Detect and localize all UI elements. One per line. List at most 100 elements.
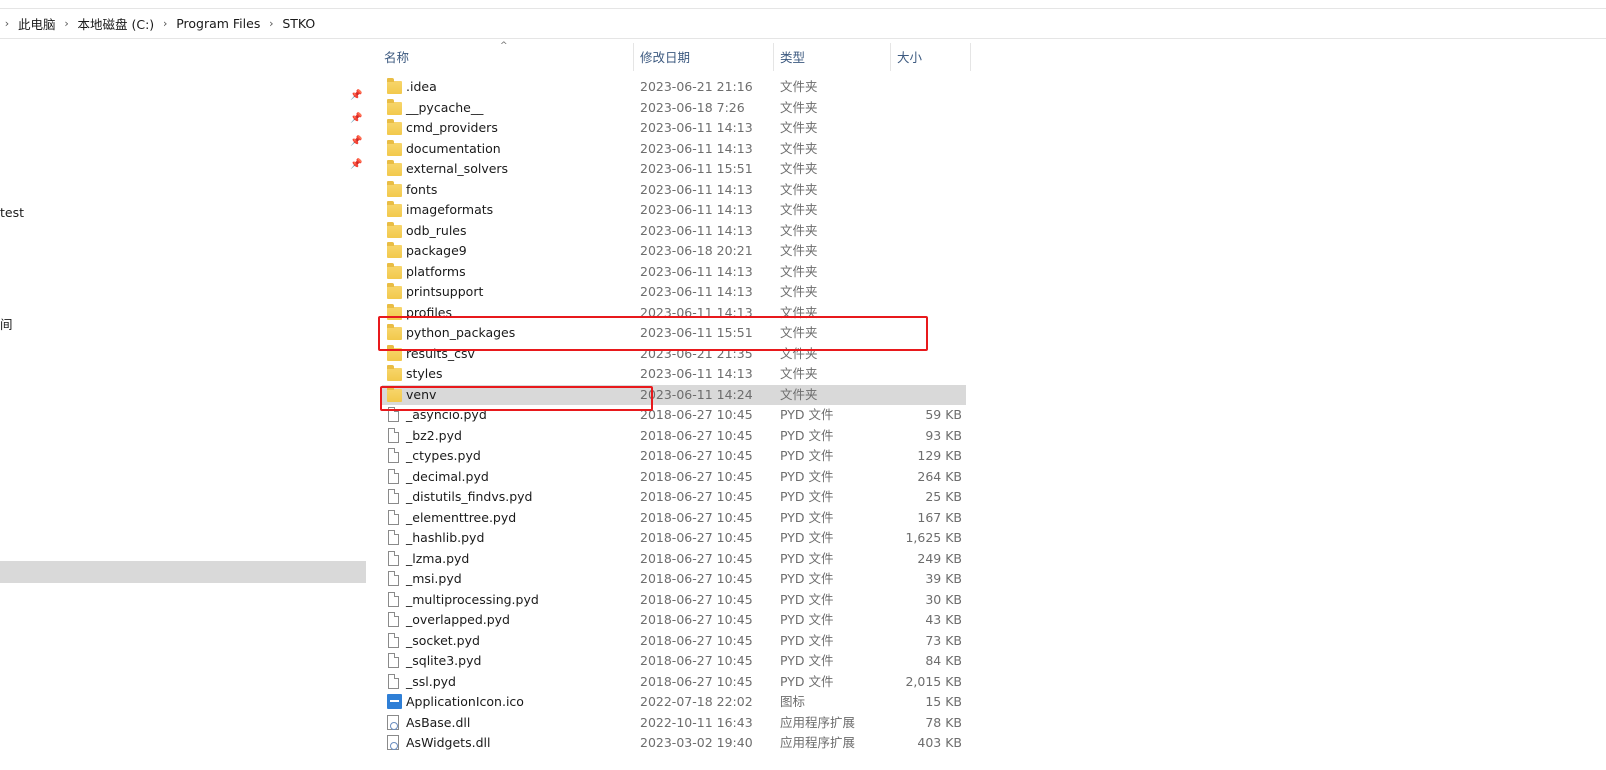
file-date: 2023-06-11 14:13 (640, 120, 753, 135)
file-type: 应用程序扩展 (780, 735, 856, 750)
folder-icon (387, 180, 402, 197)
list-item[interactable]: _multiprocessing.pyd 2018-06-27 10:45 PYD … (382, 590, 966, 610)
file-type: PYD 文件 (780, 489, 834, 504)
file-name: _hashlib.pyd (406, 530, 485, 545)
pin-icon[interactable]: 📌 (350, 159, 362, 171)
file-icon (388, 571, 399, 586)
list-item[interactable]: _ctypes.pyd 2018-06-27 10:45 PYD 文件 129 KB (382, 446, 966, 466)
file-icon (388, 591, 399, 607)
list-item[interactable]: _ssl.pyd 2018-06-27 10:45 PYD 文件 2,015 KB (382, 672, 966, 692)
file-size: 59 KB (925, 407, 962, 422)
list-item[interactable]: .idea 2023-06-21 21:16 文件夹 (382, 77, 966, 97)
breadcrumb-local-disk[interactable]: 本地磁盘 (C:) (74, 14, 159, 33)
app-icon (387, 694, 402, 709)
list-item[interactable]: cmd_providers 2023-06-11 14:13 文件夹 (382, 118, 966, 138)
file-date: 2023-06-11 14:13 (640, 181, 753, 197)
file-size: 249 KB (917, 550, 962, 566)
folder-icon (387, 160, 402, 176)
chevron-right-icon[interactable]: › (264, 17, 278, 30)
file-date: 2022-07-18 22:02 (640, 694, 753, 709)
list-item[interactable]: __pycache__ 2023-06-18 7:26 文件夹 (382, 98, 966, 118)
file-name: _decimal.pyd (406, 468, 489, 484)
breadcrumb-this-pc[interactable]: 此电脑 (14, 14, 60, 33)
file-date: 2023-06-11 14:13 (640, 284, 753, 299)
file-type: PYD 文件 (780, 612, 834, 627)
nav-item-time[interactable]: 间 (0, 314, 13, 333)
file-icon (388, 448, 399, 463)
file-name: _ctypes.pyd (406, 448, 481, 463)
list-item[interactable]: ApplicationIcon.ico 2022-07-18 22:02 图标 15 … (382, 692, 966, 712)
folder-icon (387, 262, 402, 279)
pin-icon[interactable]: 📌 (350, 90, 362, 102)
file-date: 2023-06-18 20:21 (640, 243, 753, 258)
file-type: PYD 文件 (780, 550, 834, 566)
list-item[interactable]: documentation 2023-06-11 14:13 文件夹 (382, 139, 966, 159)
file-name: external_solvers (406, 161, 509, 176)
file-date: 2023-06-11 14:24 (640, 386, 753, 402)
chevron-right-icon[interactable]: › (60, 17, 74, 30)
file-size: 15 KB (925, 694, 962, 709)
column-header: ^ 名称 修改日期 类型 大小 (366, 41, 971, 71)
file-date: 2018-06-27 10:45 (640, 530, 753, 545)
list-item[interactable]: _elementtree.pyd 2018-06-27 10:45 PYD 文件 16… (382, 508, 966, 528)
nav-selected-item[interactable] (0, 561, 366, 583)
address-bar[interactable]: › 此电脑 › 本地磁盘 (C:) › Program Files › STKO (0, 0, 1606, 39)
list-item[interactable]: _decimal.pyd 2018-06-27 10:45 PYD 文件 264 KB (382, 467, 966, 487)
list-item[interactable]: _bz2.pyd 2018-06-27 10:45 PYD 文件 93 KB (382, 426, 966, 446)
file-date: 2023-06-18 7:26 (640, 99, 745, 115)
list-item[interactable]: _hashlib.pyd 2018-06-27 10:45 PYD 文件 1,625 … (382, 528, 966, 548)
file-date: 2018-06-27 10:45 (640, 591, 753, 607)
dll-icon (387, 735, 399, 750)
list-item[interactable]: _overlapped.pyd 2018-06-27 10:45 PYD 文件 43 … (382, 610, 966, 630)
file-type: PYD 文件 (780, 427, 834, 443)
chevron-right-icon[interactable]: › (158, 17, 172, 30)
file-date: 2023-06-11 14:13 (640, 202, 753, 217)
chevron-right-icon[interactable]: › (0, 17, 14, 30)
column-size[interactable]: 大小 (891, 43, 971, 71)
file-name: fonts (406, 181, 438, 197)
list-item[interactable]: external_solvers 2023-06-11 15:51 文件夹 (382, 159, 966, 179)
folder-icon (387, 365, 402, 381)
file-name: _sqlite3.pyd (406, 653, 482, 668)
file-size: 93 KB (925, 427, 962, 443)
file-name: documentation (406, 140, 501, 156)
column-name[interactable]: 名称 (378, 43, 634, 71)
list-item[interactable]: platforms 2023-06-11 14:13 文件夹 (382, 262, 966, 282)
breadcrumb-stko[interactable]: STKO (278, 16, 319, 31)
file-size: 73 KB (925, 632, 962, 648)
file-icon (388, 468, 399, 484)
breadcrumb: › 此电脑 › 本地磁盘 (C:) › Program Files › STKO (0, 14, 319, 33)
list-item[interactable]: AsWidgets.dll 2023-03-02 19:40 应用程序扩展 403 K… (382, 733, 966, 753)
folder-icon (387, 119, 402, 135)
file-type: PYD 文件 (780, 653, 834, 668)
column-date[interactable]: 修改日期 (634, 43, 774, 71)
list-item[interactable]: package9 2023-06-18 20:21 文件夹 (382, 241, 966, 261)
file-icon (388, 550, 399, 566)
list-item[interactable]: imageformats 2023-06-11 14:13 文件夹 (382, 200, 966, 220)
pin-icon[interactable]: 📌 (350, 136, 362, 148)
file-icon (388, 612, 399, 627)
pin-icon[interactable]: 📌 (350, 113, 362, 125)
file-type: 文件夹 (780, 99, 818, 115)
file-size: 403 KB (917, 735, 962, 750)
file-name: .idea (406, 79, 437, 94)
breadcrumb-program-files[interactable]: Program Files (172, 16, 264, 31)
list-item[interactable]: _lzma.pyd 2018-06-27 10:45 PYD 文件 249 KB (382, 549, 966, 569)
list-item[interactable]: _sqlite3.pyd 2018-06-27 10:45 PYD 文件 84 KB (382, 651, 966, 671)
list-item[interactable]: _distutils_findvs.pyd 2018-06-27 10:45 PYD… (382, 487, 966, 507)
file-date: 2018-06-27 10:45 (640, 489, 753, 504)
list-item[interactable]: _msi.pyd 2018-06-27 10:45 PYD 文件 39 KB (382, 569, 966, 589)
file-date: 2023-06-11 14:13 (640, 263, 753, 279)
file-size: 39 KB (925, 571, 962, 586)
nav-item-test[interactable]: test (0, 205, 24, 220)
list-item[interactable]: _socket.pyd 2018-06-27 10:45 PYD 文件 73 KB (382, 631, 966, 651)
column-type[interactable]: 类型 (774, 43, 891, 71)
list-item[interactable]: printsupport 2023-06-11 14:13 文件夹 (382, 282, 966, 302)
file-size: 129 KB (917, 448, 962, 463)
list-item[interactable]: fonts 2023-06-11 14:13 文件夹 (382, 180, 966, 200)
file-date: 2018-06-27 10:45 (640, 612, 753, 627)
list-item[interactable]: styles 2023-06-11 14:13 文件夹 (382, 364, 966, 384)
file-icon (388, 632, 399, 648)
list-item[interactable]: AsBase.dll 2022-10-11 16:43 应用程序扩展 78 KB (382, 713, 966, 733)
list-item[interactable]: odb_rules 2023-06-11 14:13 文件夹 (382, 221, 966, 241)
